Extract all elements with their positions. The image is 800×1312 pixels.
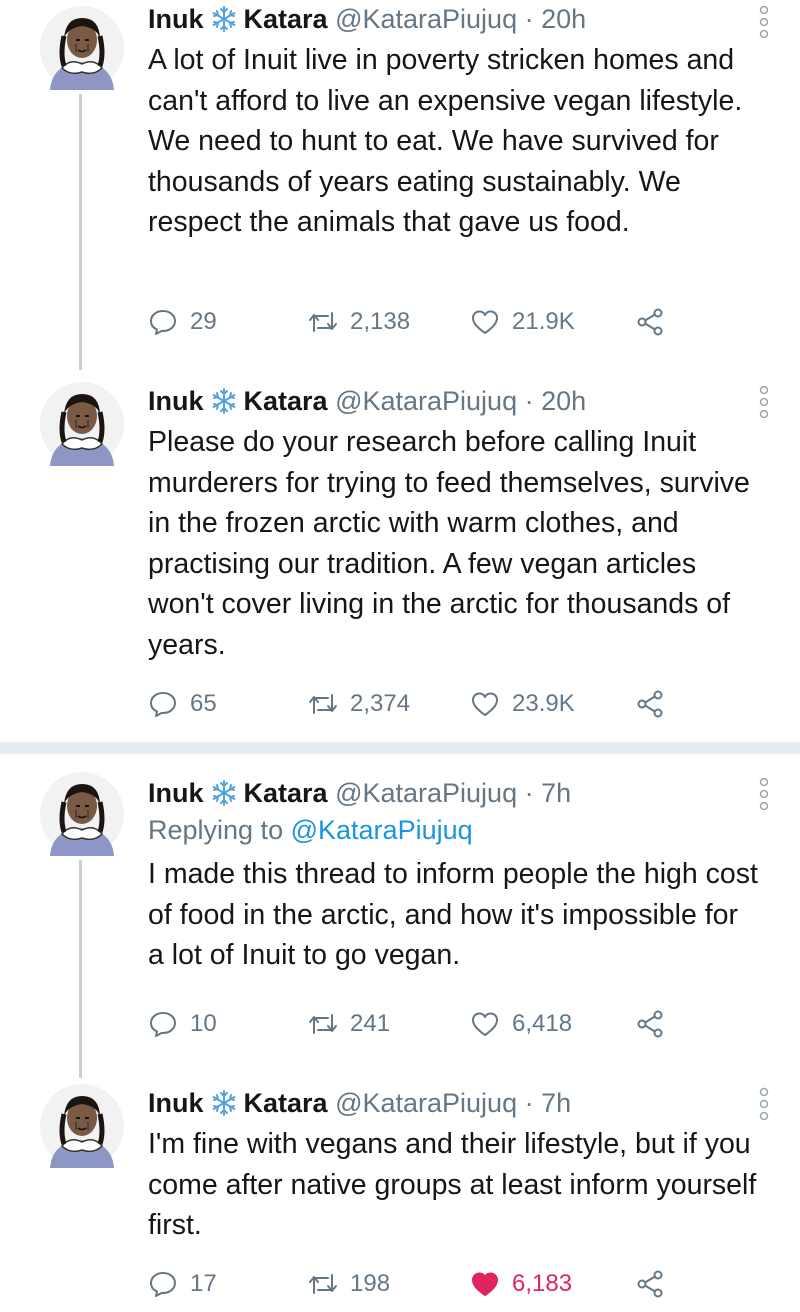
timestamp[interactable]: 20h [541, 4, 586, 34]
snowflake-icon [212, 780, 235, 806]
handle[interactable]: @KataraPiujuq [335, 386, 517, 416]
share-icon [637, 308, 663, 336]
thread-line [79, 94, 82, 370]
display-name[interactable]: Inuk [148, 386, 204, 416]
tweet-actions: 17 198 6,183 [148, 1264, 678, 1304]
display-name-last[interactable]: Katara [244, 778, 328, 808]
handle[interactable]: @KataraPiujuq [335, 1088, 517, 1118]
snowflake-icon [212, 388, 235, 414]
replying-to-label: Replying to [148, 815, 284, 845]
like-count: 23.9K [512, 690, 575, 717]
heart-icon [472, 1012, 498, 1036]
retweet-button[interactable]: 241 [308, 1004, 390, 1044]
like-button[interactable]: 21.9K [470, 302, 575, 342]
like-button[interactable]: 23.9K [470, 684, 575, 724]
tweet-actions: 10 241 6,418 [148, 1004, 678, 1044]
display-name-last[interactable]: Katara [244, 1088, 328, 1118]
snowflake-icon [212, 6, 235, 32]
retweet-count: 241 [350, 1010, 391, 1037]
reply-icon [150, 310, 176, 335]
separator-dot: · [524, 1088, 534, 1118]
more-options-icon[interactable] [758, 776, 770, 812]
reply-button[interactable]: 10 [148, 1004, 217, 1044]
display-name[interactable]: Inuk [148, 4, 204, 34]
share-icon [637, 1010, 663, 1038]
avatar[interactable] [40, 382, 124, 466]
reply-button[interactable]: 65 [148, 684, 217, 724]
thread-line [79, 860, 82, 1078]
avatar[interactable] [40, 1084, 124, 1168]
handle[interactable]: @KataraPiujuq [335, 4, 517, 34]
retweet-button[interactable]: 2,138 [308, 302, 410, 342]
share-button[interactable] [636, 1264, 666, 1304]
display-name[interactable]: Inuk [148, 1088, 204, 1118]
like-count: 21.9K [512, 308, 575, 335]
display-name-last[interactable]: Katara [244, 386, 328, 416]
retweet-count: 2,374 [350, 690, 411, 717]
replying-to-link[interactable]: @KataraPiujuq [291, 815, 473, 845]
tweet-header: Inuk Katara @KataraPiujuq · 7h [148, 1086, 760, 1120]
separator-dot: · [524, 386, 534, 416]
like-button[interactable]: 6,183 [470, 1264, 572, 1304]
snowflake-icon [212, 1090, 235, 1116]
reply-count: 17 [190, 1270, 217, 1297]
timestamp[interactable]: 7h [541, 778, 571, 808]
more-options-icon[interactable] [758, 1086, 770, 1122]
tweet-text: I'm fine with vegans and their lifestyle… [148, 1128, 757, 1241]
more-options-icon[interactable] [758, 384, 770, 420]
heart-icon [472, 692, 498, 716]
replying-to: Replying to @KataraPiujuq [148, 810, 760, 850]
reply-icon [150, 1272, 176, 1297]
avatar[interactable] [40, 6, 124, 90]
heart-filled-icon [472, 1272, 498, 1296]
retweet-icon [309, 1274, 337, 1294]
like-button[interactable]: 6,418 [470, 1004, 572, 1044]
share-button[interactable] [636, 302, 666, 342]
retweet-count: 198 [350, 1270, 391, 1297]
avatar[interactable] [40, 772, 124, 856]
tweet-text: A lot of Inuit live in poverty stricken … [148, 44, 743, 238]
share-icon [637, 690, 663, 718]
like-count: 6,183 [512, 1270, 573, 1297]
tweet-actions: 65 2,374 23.9K [148, 684, 678, 724]
retweet-icon [309, 312, 337, 332]
retweet-icon [309, 1014, 337, 1034]
reply-count: 65 [190, 690, 217, 717]
retweet-button[interactable]: 2,374 [308, 684, 410, 724]
heart-icon [472, 310, 498, 334]
display-name[interactable]: Inuk [148, 778, 204, 808]
tweet-text: Please do your research before calling I… [148, 426, 750, 661]
section-separator [0, 742, 800, 754]
share-button[interactable] [636, 1004, 666, 1044]
retweet-count: 2,138 [350, 308, 411, 335]
tweet-text: I made this thread to inform people the … [148, 858, 758, 971]
display-name-last[interactable]: Katara [244, 4, 328, 34]
reply-button[interactable]: 29 [148, 302, 217, 342]
reply-button[interactable]: 17 [148, 1264, 217, 1304]
tweet-actions: 29 2,138 21.9K [148, 302, 678, 342]
share-icon [637, 1270, 663, 1298]
reply-count: 10 [190, 1010, 217, 1037]
retweet-icon [309, 694, 337, 714]
more-options-icon[interactable] [758, 4, 770, 40]
tweet-header: Inuk Katara @KataraPiujuq · 7h [148, 776, 760, 810]
separator-dot: · [524, 778, 534, 808]
reply-count: 29 [190, 308, 217, 335]
tweet-header: Inuk Katara @KataraPiujuq · 20h [148, 384, 760, 418]
timestamp[interactable]: 7h [541, 1088, 571, 1118]
retweet-button[interactable]: 198 [308, 1264, 390, 1304]
timestamp[interactable]: 20h [541, 386, 586, 416]
like-count: 6,418 [512, 1010, 573, 1037]
tweet-header: Inuk Katara @KataraPiujuq · 20h [148, 2, 760, 36]
reply-icon [150, 692, 176, 717]
separator-dot: · [524, 4, 534, 34]
share-button[interactable] [636, 684, 666, 724]
handle[interactable]: @KataraPiujuq [335, 778, 517, 808]
reply-icon [150, 1012, 176, 1037]
